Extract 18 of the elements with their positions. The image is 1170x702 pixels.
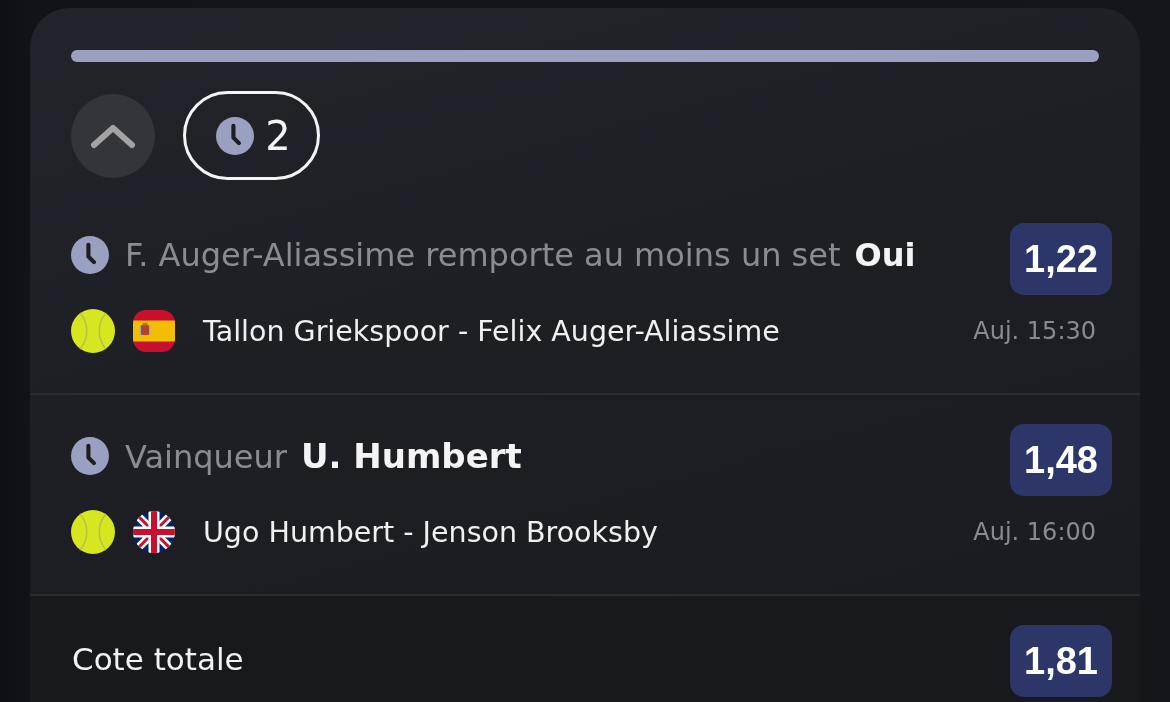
match-time: Auj. 16:00 (973, 518, 1096, 546)
match-name: Tallon Griekspoor - Felix Auger-Aliassime (203, 314, 781, 348)
tennis-ball-icon (71, 309, 115, 353)
clock-icon (71, 437, 109, 475)
clock-icon (216, 116, 255, 155)
total-odds-label: Cote totale (72, 640, 244, 679)
odds-badge: 1,22 (1010, 223, 1112, 295)
clock-icon (71, 236, 109, 274)
market-label: F. Auger-Aliassime remporte au moins un set (125, 237, 841, 273)
pending-filter-button[interactable]: 2 (183, 91, 320, 180)
total-odds-badge: 1,81 (1010, 625, 1112, 697)
tennis-ball-icon (71, 510, 115, 554)
match-name: Ugo Humbert - Jenson Brooksby (203, 515, 659, 549)
odds-badge: 1,48 (1010, 424, 1112, 496)
selection-label: U. Humbert (300, 437, 522, 474)
market-label: Vainqueur (125, 438, 287, 475)
selection-label: Oui (854, 237, 916, 273)
match-time: Auj. 15:30 (973, 317, 1096, 345)
